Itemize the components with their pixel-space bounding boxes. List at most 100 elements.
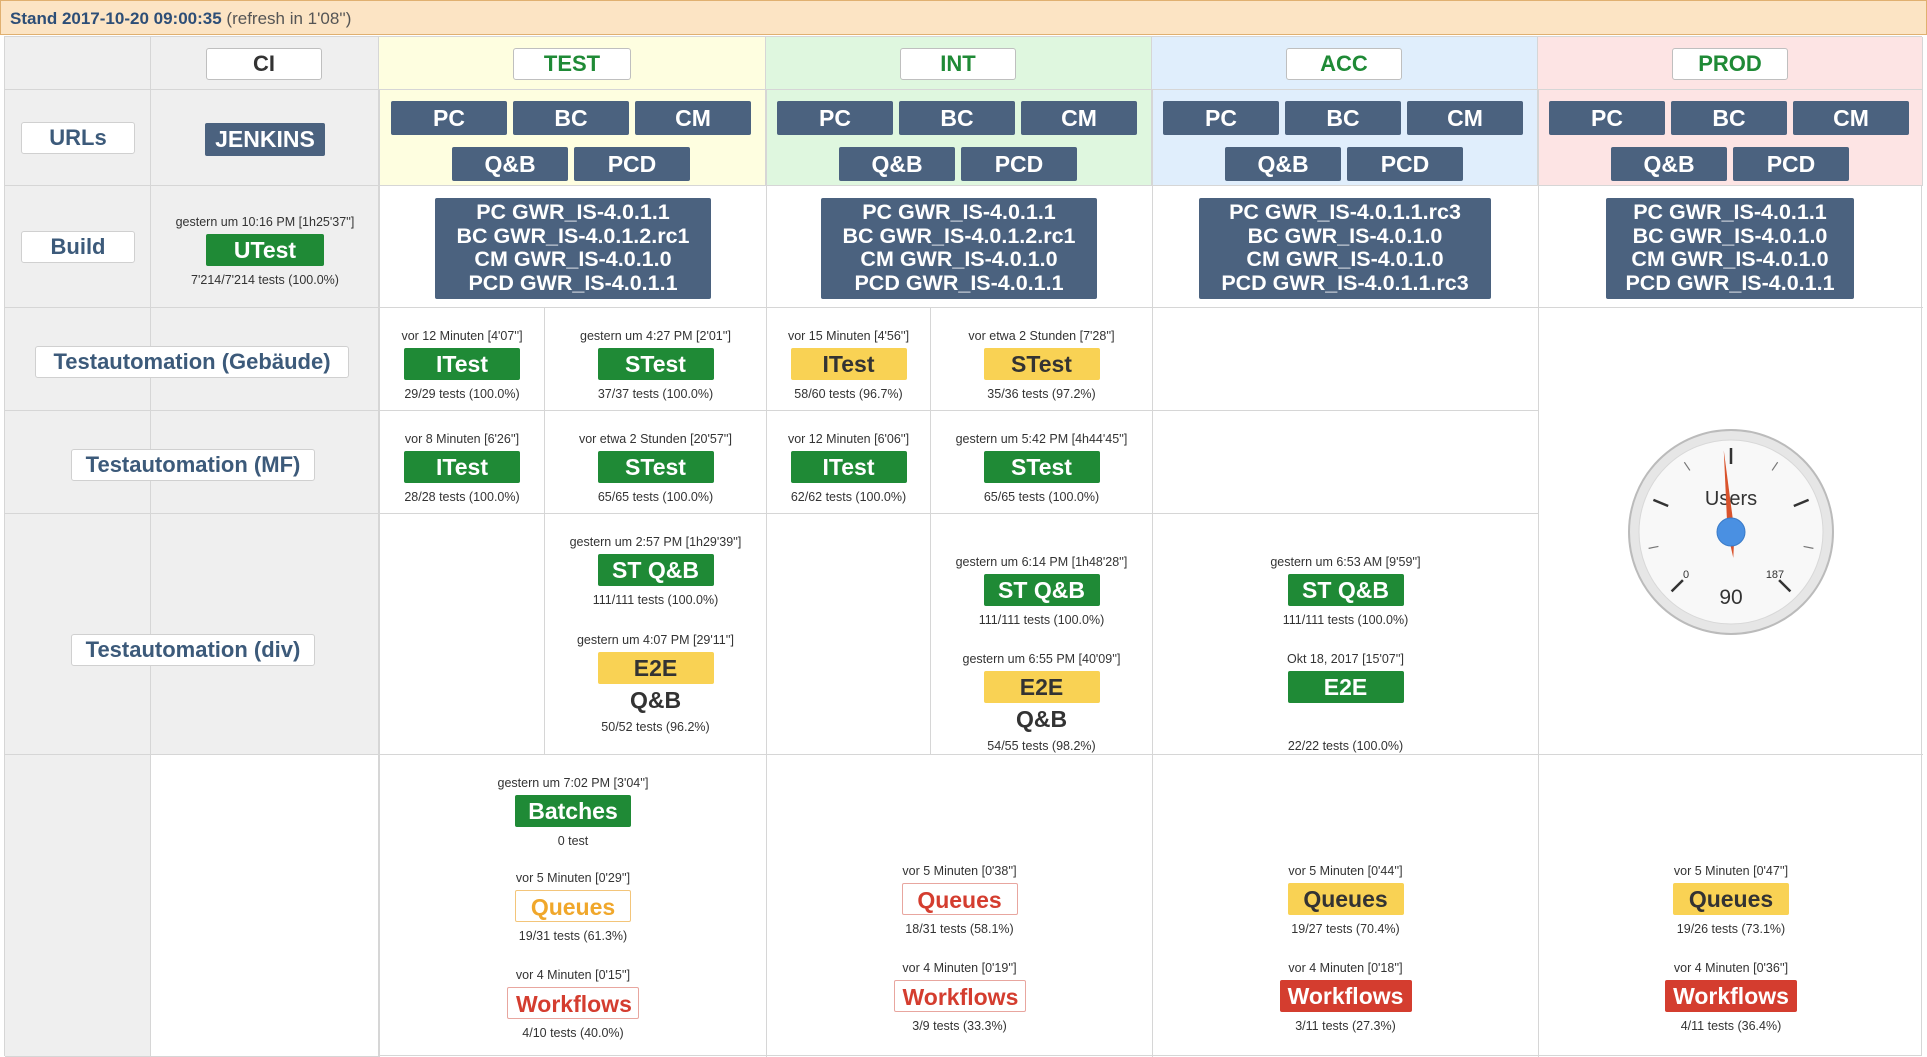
tile-tests: 3/11 tests (27.3%): [1295, 1019, 1396, 1033]
test-qb-link[interactable]: Q&B: [452, 147, 568, 181]
geb-test-itest-tile: vor 12 Minuten [4'07''] ITest 29/29 test…: [380, 328, 544, 402]
workflows-badge[interactable]: Workflows: [1279, 980, 1412, 1012]
workflows-badge[interactable]: Workflows: [1665, 980, 1797, 1012]
tile-tests: 0 test: [557, 834, 589, 848]
tile-tests: 111/111 tests (100.0%): [1282, 613, 1409, 627]
col-header-test: TEST: [513, 48, 631, 80]
acc-pc-link[interactable]: PC: [1163, 101, 1279, 135]
tile-tests: 7'214/7'214 tests (100.0%): [191, 273, 339, 287]
test-pc-link[interactable]: PC: [391, 101, 507, 135]
int-pcd-link[interactable]: PCD: [961, 147, 1077, 181]
tile-tests: 54/55 tests (98.2%): [987, 739, 1096, 753]
int-pc-link[interactable]: PC: [777, 101, 893, 135]
div-int-e2e-tile: gestern um 6:55 PM [40'09''] E2E Q&B 54/…: [931, 651, 1152, 754]
queues-badge[interactable]: Queues: [1287, 883, 1404, 915]
stest-badge[interactable]: STest: [597, 348, 714, 380]
div-test-e2e-tile: gestern um 4:07 PM [29'11''] E2E Q&B 50/…: [545, 632, 766, 735]
build-bc: BC GWR_IS-4.0.1.0: [1632, 223, 1828, 248]
itest-badge[interactable]: ITest: [790, 451, 907, 483]
prod-bc-link[interactable]: BC: [1671, 101, 1787, 135]
mf-test-itest-tile: vor 8 Minuten [6'26''] ITest 28/28 tests…: [380, 431, 544, 505]
tile-tests: 19/31 tests (61.3%): [518, 929, 628, 943]
tile-tests: 22/22 tests (100.0%): [1287, 739, 1404, 753]
build-cm: CM GWR_IS-4.0.1.0: [1631, 247, 1829, 271]
batches-badge[interactable]: Batches: [515, 795, 631, 827]
acc-build-info[interactable]: PC GWR_IS-4.0.1.1.rc3 BC GWR_IS-4.0.1.0 CM…: [1199, 198, 1491, 299]
tile-tests: 29/29 tests (100.0%): [404, 387, 520, 401]
users-gauge: Users 0 187 90: [1628, 429, 1834, 635]
col-header-ci: CI: [206, 48, 322, 80]
acc-qb-link[interactable]: Q&B: [1225, 147, 1341, 181]
int-cm-link[interactable]: CM: [1021, 101, 1137, 135]
test-cm-link[interactable]: CM: [635, 101, 751, 135]
int-bc-link[interactable]: BC: [899, 101, 1015, 135]
build-bc: BC GWR_IS-4.0.1.0: [1247, 223, 1443, 248]
prod-workflows-tile: vor 4 Minuten [0'36''] Workflows 4/11 te…: [1539, 960, 1923, 1034]
geb-int-itest-tile: vor 15 Minuten [4'56''] ITest 58/60 test…: [767, 328, 930, 402]
queues-badge[interactable]: Queues: [515, 890, 631, 922]
tile-tests: 65/65 tests (100.0%): [983, 490, 1100, 504]
prod-build-info[interactable]: PC GWR_IS-4.0.1.1 BC GWR_IS-4.0.1.0 CM GWR…: [1606, 198, 1854, 299]
acc-pcd-link[interactable]: PCD: [1347, 147, 1463, 181]
row-label-urls: URLs: [21, 122, 135, 154]
jenkins-link[interactable]: JENKINS: [205, 123, 325, 156]
refresh-text: (refresh in 1'08''): [226, 9, 352, 28]
itest-badge[interactable]: ITest: [790, 348, 907, 380]
tile-time: vor 5 Minuten [0'44'']: [1288, 864, 1403, 878]
acc-bc-link[interactable]: BC: [1285, 101, 1401, 135]
test-bc-link[interactable]: BC: [513, 101, 629, 135]
tile-tests: 111/111 tests (100.0%): [978, 613, 1105, 627]
e2e-badge[interactable]: E2E Q&B: [1287, 671, 1404, 732]
test-build-info[interactable]: PC GWR_IS-4.0.1.1 BC GWR_IS-4.0.1.2.rc1 CM…: [435, 198, 711, 299]
queues-badge[interactable]: Queues: [1673, 883, 1789, 915]
test-pcd-link[interactable]: PCD: [574, 147, 690, 181]
prod-qb-link[interactable]: Q&B: [1611, 147, 1727, 181]
test-batches-tile: gestern um 7:02 PM [3'04''] Batches 0 te…: [380, 775, 766, 849]
stest-badge[interactable]: STest: [983, 348, 1100, 380]
row-label-ta-gebaeude: Testautomation (Gebäude): [35, 346, 349, 378]
col-header-acc: ACC: [1286, 48, 1402, 80]
workflows-badge[interactable]: Workflows: [893, 980, 1026, 1012]
tile-tests: 18/31 tests (58.1%): [905, 922, 1014, 936]
tile-tests: 19/26 tests (73.1%): [1676, 922, 1786, 936]
workflows-badge[interactable]: Workflows: [507, 987, 639, 1019]
tile-time: vor 15 Minuten [4'56'']: [787, 329, 910, 343]
build-pc: PC GWR_IS-4.0.1.1.rc3: [1229, 200, 1461, 224]
tile-tests: 19/27 tests (70.4%): [1291, 922, 1400, 936]
tile-tests: 3/9 tests (33.3%): [912, 1019, 1007, 1033]
tile-tests: 58/60 tests (96.7%): [794, 387, 903, 401]
prod-cm-link[interactable]: CM: [1793, 101, 1909, 135]
stqb-badge[interactable]: ST Q&B: [597, 554, 714, 586]
utest-badge[interactable]: UTest: [206, 234, 324, 266]
test-queues-tile: vor 5 Minuten [0'29''] Queues 19/31 test…: [380, 870, 766, 944]
gauge-value: 90: [1719, 586, 1742, 609]
e2e-badge[interactable]: E2E Q&B: [983, 671, 1100, 732]
mf-int-itest-tile: vor 12 Minuten [6'06''] ITest 62/62 test…: [767, 431, 930, 505]
stqb-badge[interactable]: ST Q&B: [1287, 574, 1404, 606]
queues-badge[interactable]: Queues: [901, 883, 1018, 915]
itest-badge[interactable]: ITest: [404, 348, 520, 380]
acc-cm-link[interactable]: CM: [1407, 101, 1523, 135]
stqb-badge[interactable]: ST Q&B: [983, 574, 1100, 606]
itest-badge[interactable]: ITest: [404, 451, 520, 483]
int-qb-link[interactable]: Q&B: [839, 147, 955, 181]
build-cm: CM GWR_IS-4.0.1.0: [860, 247, 1058, 271]
tile-time: vor 5 Minuten [0'47'']: [1673, 864, 1789, 878]
prod-pc-link[interactable]: PC: [1549, 101, 1665, 135]
build-bc: BC GWR_IS-4.0.1.2.rc1: [842, 223, 1076, 248]
tile-time: gestern um 5:42 PM [4h44'45'']: [955, 432, 1128, 446]
build-pcd: PCD GWR_IS-4.0.1.1.rc3: [1221, 270, 1469, 295]
int-build-info[interactable]: PC GWR_IS-4.0.1.1 BC GWR_IS-4.0.1.2.rc1 CM…: [821, 198, 1097, 299]
div-int-stqb-tile: gestern um 6:14 PM [1h48'28''] ST Q&B 11…: [931, 554, 1152, 628]
stest-badge[interactable]: STest: [597, 451, 714, 483]
stest-badge[interactable]: STest: [983, 451, 1100, 483]
tile-time: vor 4 Minuten [0'15'']: [515, 968, 631, 982]
build-cm: CM GWR_IS-4.0.1.0: [1246, 247, 1444, 271]
tile-time: vor etwa 2 Stunden [20'57'']: [578, 432, 733, 446]
row-label-ta-div: Testautomation (div): [71, 634, 315, 666]
int-workflows-tile: vor 4 Minuten [0'19''] Workflows 3/9 tes…: [767, 960, 1152, 1034]
prod-pcd-link[interactable]: PCD: [1733, 147, 1849, 181]
tile-tests: 62/62 tests (100.0%): [790, 490, 907, 504]
acc-queues-tile: vor 5 Minuten [0'44''] Queues 19/27 test…: [1153, 863, 1538, 937]
e2e-badge[interactable]: E2E Q&B: [597, 652, 714, 713]
